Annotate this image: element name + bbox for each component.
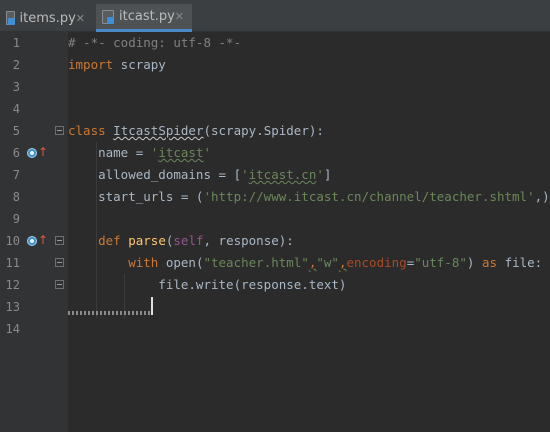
- code-line-8: start_urls = ('http://www.itcast.cn/chan…: [68, 186, 550, 208]
- string-literal: "w": [316, 255, 339, 270]
- keyword: with: [68, 255, 166, 270]
- string-quote: ': [203, 145, 212, 160]
- line-number: 10: [5, 234, 20, 248]
- line-number: 14: [5, 322, 20, 336]
- line-number: 11: [5, 256, 20, 270]
- code-text: scrapy: [113, 57, 166, 72]
- string-literal: "teacher.html": [203, 255, 309, 270]
- code-line-10: def parse(self, response):: [68, 230, 294, 252]
- code-line-6: name = 'itcast': [68, 142, 211, 164]
- code-line-5: class ItcastSpider(scrapy.Spider):: [68, 120, 324, 142]
- line-number: 12: [5, 278, 20, 292]
- editor-tab-bar: items.py ✕ itcast.py ✕: [0, 0, 550, 32]
- keyword: def: [68, 233, 129, 248]
- string-quote: ': [241, 167, 249, 182]
- string-literal: 'http://www.itcast.cn/channel/teacher.sh…: [203, 189, 535, 204]
- tab-itcast-py[interactable]: itcast.py ✕: [96, 4, 192, 32]
- line-number: 8: [12, 190, 20, 204]
- code-text: start_urls = (: [68, 189, 204, 204]
- code-text: ,): [534, 189, 550, 204]
- tab-label: items.py: [19, 10, 76, 26]
- fold-marker-icon[interactable]: [55, 126, 64, 135]
- code-text: name =: [68, 145, 151, 160]
- text-caret: [151, 297, 153, 315]
- warning-underline: [68, 311, 152, 315]
- code-text: ): [466, 255, 482, 270]
- override-method-icon[interactable]: ↑: [27, 146, 48, 160]
- class-name: ItcastSpider: [113, 123, 204, 138]
- code-editor[interactable]: # -*- coding: utf-8 -*- import scrapy cl…: [68, 32, 550, 432]
- keyword: as: [481, 255, 498, 270]
- keyword: import: [68, 57, 114, 72]
- override-method-icon[interactable]: ↑: [27, 234, 48, 248]
- fold-marker-icon[interactable]: [55, 236, 64, 245]
- close-icon[interactable]: ✕: [175, 10, 184, 23]
- line-number: 2: [12, 58, 20, 72]
- self-keyword: self: [173, 233, 204, 248]
- code-line-12: file.write(response.text): [68, 277, 347, 292]
- python-file-icon: [6, 11, 15, 25]
- line-number: 4: [12, 102, 20, 116]
- tab-label: itcast.py: [119, 9, 175, 24]
- line-number: 1: [12, 36, 20, 50]
- fold-marker-icon[interactable]: [55, 258, 64, 267]
- line-number: 13: [5, 300, 20, 314]
- string-quote: ': [316, 167, 324, 182]
- code-line-11: with open("teacher.html","w",encoding="u…: [68, 252, 542, 274]
- param-keyword: encoding: [346, 255, 407, 270]
- code-line-7: allowed_domains = ['itcast.cn']: [68, 164, 331, 186]
- python-file-icon: [102, 9, 114, 24]
- code-text: (scrapy.Spider):: [203, 123, 324, 138]
- string-literal: "utf-8": [414, 255, 467, 270]
- code-text: ]: [323, 167, 332, 182]
- tab-items-py[interactable]: items.py ✕: [0, 4, 93, 32]
- code-text: file:: [497, 255, 543, 270]
- fold-marker-icon[interactable]: [55, 280, 64, 289]
- line-number: 5: [12, 124, 20, 138]
- line-number: 3: [12, 80, 20, 94]
- line-number: 7: [12, 168, 20, 182]
- line-number: 9: [12, 212, 20, 226]
- line-number-gutter: 1 2 3 4 5 6 7 8 9 10 11 12 13 14 ↑ ↑: [0, 32, 68, 432]
- code-text: allowed_domains = [: [68, 167, 242, 182]
- code-text: , response):: [203, 233, 294, 248]
- close-icon[interactable]: ✕: [76, 12, 85, 25]
- keyword: class: [68, 123, 106, 138]
- code-text: open(: [165, 255, 204, 270]
- code-line-1: # -*- coding: utf-8 -*-: [68, 35, 242, 50]
- string-literal: itcast.cn: [248, 167, 317, 182]
- string-literal: itcast: [158, 145, 204, 160]
- function-name: parse: [128, 233, 166, 248]
- code-line-2: import scrapy: [68, 54, 166, 76]
- line-number: 6: [12, 146, 20, 160]
